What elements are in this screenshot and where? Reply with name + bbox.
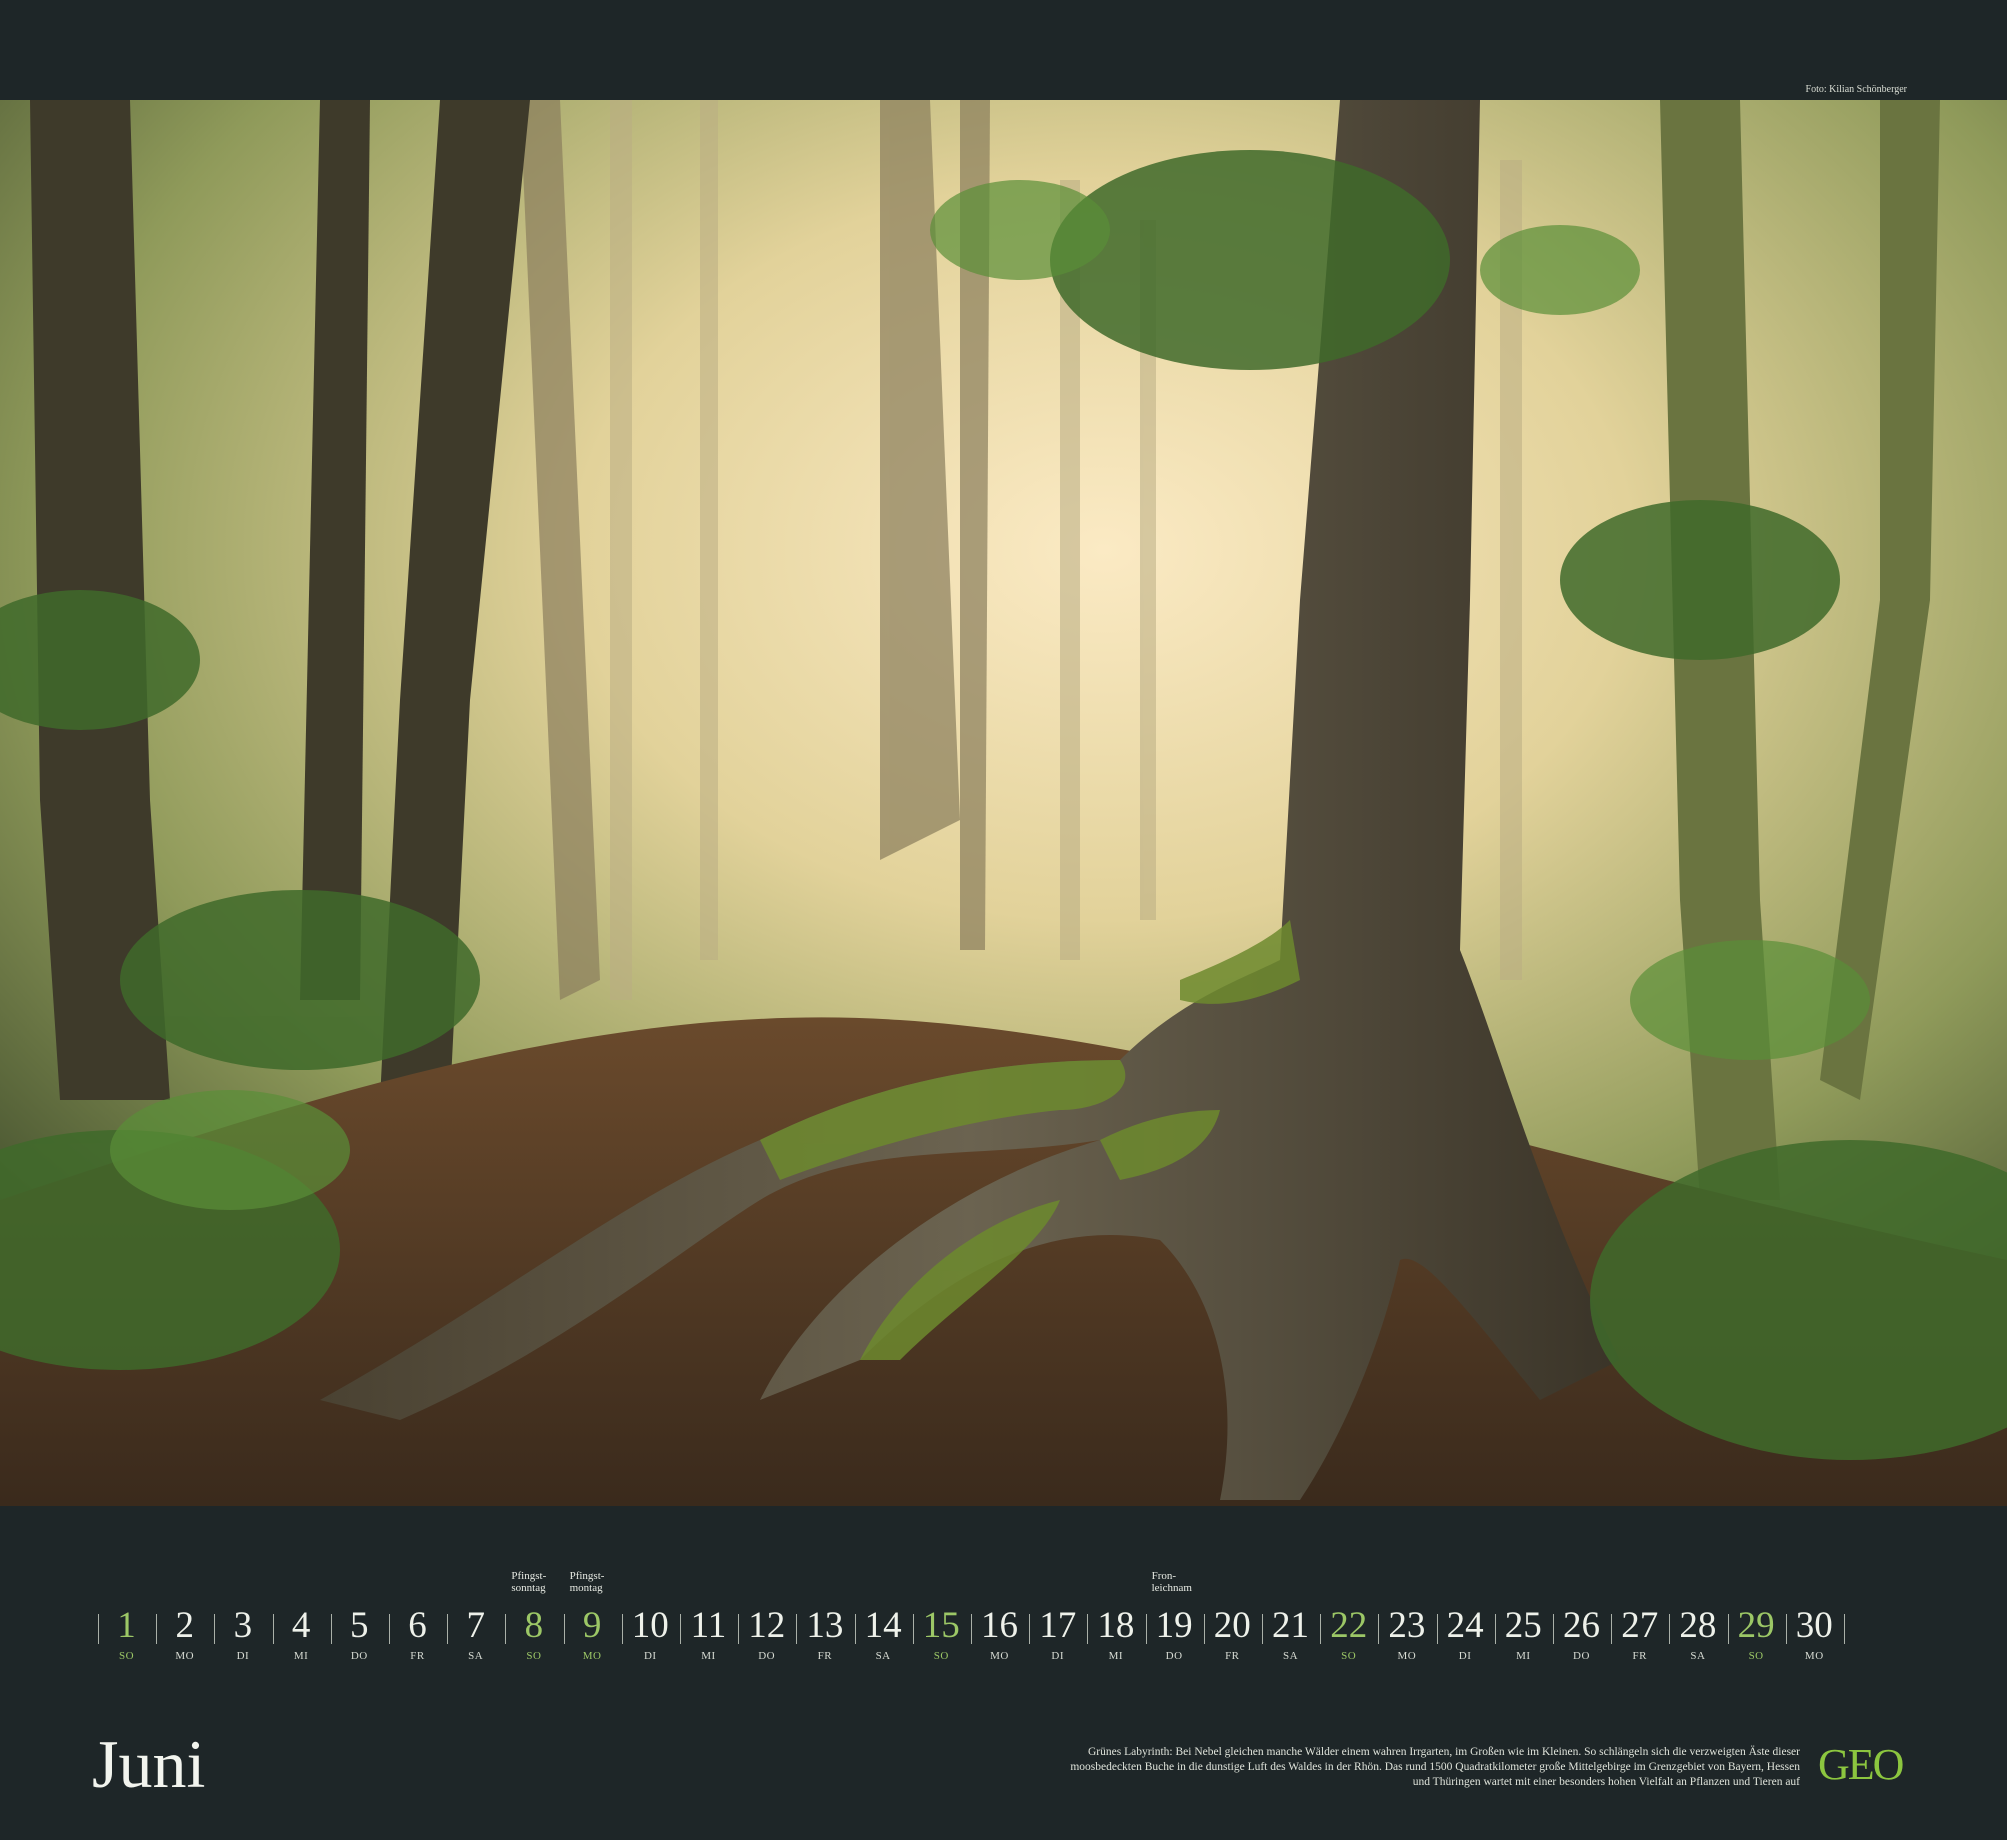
day-number: 6 bbox=[408, 1605, 427, 1646]
day-number: 17 bbox=[1039, 1605, 1077, 1646]
weekday-label: SO bbox=[526, 1650, 542, 1662]
calendar-day-11: 11 MI bbox=[680, 1570, 737, 1670]
forest-photo bbox=[0, 100, 2007, 1506]
day-number: 14 bbox=[864, 1605, 902, 1646]
calendar-day-30: 30 MO bbox=[1785, 1570, 1843, 1670]
weekday-label: MI bbox=[293, 1650, 309, 1662]
calendar-day-25: 25 MI bbox=[1494, 1570, 1552, 1670]
weekday-label: SA bbox=[875, 1650, 891, 1662]
day-number: 23 bbox=[1388, 1605, 1426, 1646]
calendar-day-8: Pfingst- sonntag 8 SO bbox=[505, 1570, 562, 1670]
weekday-label: MI bbox=[701, 1650, 716, 1662]
calendar-day-21: 21 SA bbox=[1262, 1570, 1319, 1670]
photo-credit: Foto: Kilian Schönberger bbox=[1805, 84, 1907, 95]
day-number: 7 bbox=[466, 1605, 485, 1646]
calendar-day-5: 5 DO bbox=[330, 1570, 388, 1670]
day-number: 27 bbox=[1621, 1605, 1659, 1646]
weekday-label: DO bbox=[758, 1650, 776, 1662]
weekday-label: MO bbox=[1397, 1650, 1417, 1662]
calendar-day-16: 16 MO bbox=[971, 1570, 1028, 1670]
weekday-label: MO bbox=[990, 1650, 1009, 1662]
weekday-label: SA bbox=[1690, 1650, 1706, 1662]
calendar-day-24: 24 DI bbox=[1436, 1570, 1494, 1670]
weekday-label: FR bbox=[1225, 1650, 1240, 1662]
day-number: 19 bbox=[1155, 1605, 1193, 1646]
weekday-label: MI bbox=[1516, 1650, 1531, 1662]
day-number: 9 bbox=[582, 1605, 602, 1646]
calendar-day-28: 28 SA bbox=[1669, 1570, 1726, 1670]
weekday-label: DO bbox=[350, 1650, 368, 1662]
calendar-day-3: 3 DI bbox=[214, 1570, 271, 1670]
calendar-strip: 1 SO 2 MO 3 DI 4 MI 5 DO 6 FR 7 SA Pfingst- sonntag 8 SO… bbox=[98, 1570, 1858, 1670]
weekday-label: SO bbox=[933, 1650, 949, 1662]
day-number: 26 bbox=[1563, 1605, 1600, 1646]
weekday-label: FR bbox=[410, 1650, 425, 1662]
calendar-day-4: 4 MI bbox=[272, 1570, 330, 1670]
month-title: Juni bbox=[92, 1726, 206, 1802]
weekday-label: MI bbox=[1108, 1650, 1124, 1662]
weekday-label: DO bbox=[1573, 1650, 1590, 1662]
calendar-day-27: 27 FR bbox=[1611, 1570, 1668, 1670]
day-number: 24 bbox=[1446, 1605, 1484, 1646]
calendar-day-13: 13 FR bbox=[796, 1570, 853, 1670]
calendar-day-26: 26 DO bbox=[1553, 1570, 1610, 1670]
calendar-day-2: 2 MO bbox=[156, 1570, 213, 1670]
weekday-label: DO bbox=[1165, 1650, 1183, 1662]
day-number: 13 bbox=[806, 1605, 844, 1646]
day-number: 20 bbox=[1213, 1605, 1251, 1646]
calendar-day-1: 1 SO bbox=[98, 1570, 155, 1670]
day-number: 29 bbox=[1737, 1605, 1775, 1646]
day-divider bbox=[1844, 1614, 1845, 1644]
geo-logo: GEO bbox=[1818, 1740, 1904, 1789]
day-number: 5 bbox=[350, 1605, 369, 1646]
weekday-label: SO bbox=[1748, 1650, 1764, 1662]
day-number: 12 bbox=[748, 1605, 786, 1646]
weekday-label: DI bbox=[1051, 1650, 1064, 1662]
calendar-day-12: 12 DO bbox=[738, 1570, 795, 1670]
weekday-label: MO bbox=[582, 1650, 602, 1662]
day-number: 15 bbox=[922, 1605, 960, 1646]
weekday-label: SA bbox=[1282, 1650, 1299, 1662]
weekday-label: DI bbox=[643, 1650, 657, 1662]
calendar-day-29: 29 SO bbox=[1727, 1570, 1785, 1670]
weekday-label: DI bbox=[236, 1650, 250, 1662]
day-number: 16 bbox=[981, 1605, 1018, 1646]
calendar-day-17: 17 DI bbox=[1029, 1570, 1086, 1670]
day-number: 2 bbox=[175, 1605, 194, 1646]
day-number: 22 bbox=[1330, 1605, 1368, 1646]
day-number: 21 bbox=[1272, 1605, 1309, 1646]
day-number: 25 bbox=[1504, 1605, 1542, 1646]
weekday-label: DI bbox=[1458, 1650, 1472, 1662]
calendar-day-7: 7 SA bbox=[447, 1570, 504, 1670]
day-number: 1 bbox=[117, 1605, 136, 1646]
day-number: 11 bbox=[690, 1605, 727, 1646]
day-number: 10 bbox=[631, 1605, 669, 1646]
calendar-day-10: 10 DI bbox=[621, 1570, 679, 1670]
day-number: 3 bbox=[233, 1605, 253, 1646]
weekday-label: SO bbox=[1341, 1650, 1357, 1662]
day-number: 4 bbox=[291, 1605, 311, 1646]
calendar-day-22: 22 SO bbox=[1320, 1570, 1377, 1670]
calendar-day-6: 6 FR bbox=[389, 1570, 446, 1670]
weekday-label: MO bbox=[175, 1650, 195, 1662]
weekday-label: SA bbox=[468, 1650, 484, 1662]
weekday-label: FR bbox=[817, 1650, 833, 1662]
day-number: 28 bbox=[1679, 1605, 1717, 1646]
calendar-day-23: 23 MO bbox=[1378, 1570, 1435, 1670]
day-number: 8 bbox=[524, 1605, 544, 1646]
weekday-label: FR bbox=[1632, 1650, 1647, 1662]
weekday-label: SO bbox=[118, 1650, 135, 1662]
photo-caption: Grünes Labyrinth: Bei Nebel gleichen man… bbox=[1070, 1746, 1800, 1788]
calendar-day-15: 15 SO bbox=[912, 1570, 970, 1670]
weekday-label: MO bbox=[1804, 1650, 1824, 1662]
calendar-day-9: Pfingst- montag 9 MO bbox=[563, 1570, 621, 1670]
calendar-day-14: 14 SA bbox=[854, 1570, 912, 1670]
calendar-day-18: 18 MI bbox=[1087, 1570, 1144, 1670]
day-number: 30 bbox=[1795, 1605, 1833, 1646]
day-number: 18 bbox=[1097, 1605, 1135, 1646]
calendar-day-20: 20 FR bbox=[1203, 1570, 1261, 1670]
calendar-day-19: Fron- leichnam 19 DO bbox=[1145, 1570, 1203, 1670]
